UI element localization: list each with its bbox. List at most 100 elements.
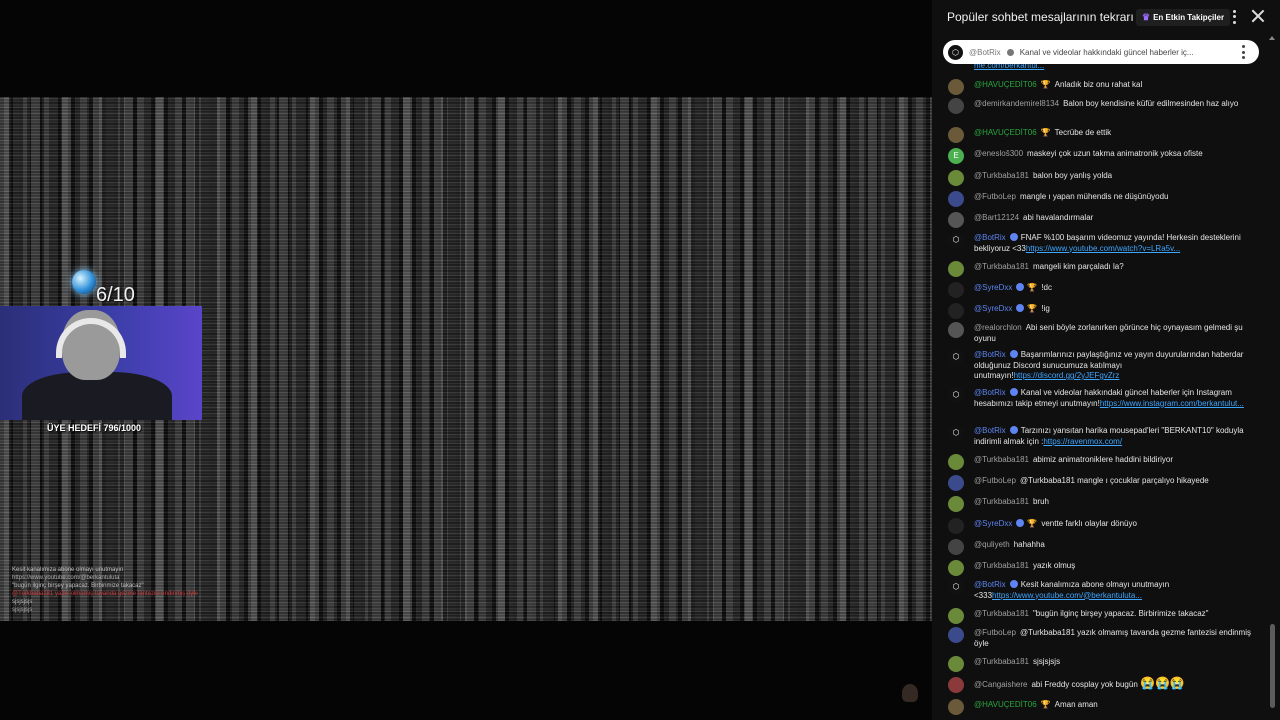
chat-message-content: @Turkbaba181 "bugün ilginç birşey yapacaz… xyxy=(974,609,1260,620)
chat-link[interactable]: https://ravenmox.com/ xyxy=(1043,437,1122,446)
chat-author[interactable]: @Turkbaba181 xyxy=(974,455,1029,464)
chat-message-content: @BotRix Tarzınızı yansıtan harika mousepa… xyxy=(974,426,1260,447)
chat-author[interactable]: @demirkandemirel8134 xyxy=(974,99,1059,108)
overlay-chat-line: sjsjsjsjs xyxy=(12,607,33,613)
more-vert-icon[interactable] xyxy=(1242,45,1246,59)
chat-author[interactable]: @Bart12124 xyxy=(974,213,1019,222)
trophy-icon: 🏆 xyxy=(1040,700,1051,709)
chat-message-content: @BotRix FNAF %100 başarım videomuz yayınd… xyxy=(974,233,1260,254)
video-player[interactable]: 6/10 ÜYE HEDEFİ 796/1000 Kesit kanalımız… xyxy=(0,0,932,720)
avatar[interactable] xyxy=(948,212,964,228)
chat-author[interactable]: @BotRix xyxy=(974,350,1006,359)
avatar[interactable] xyxy=(948,539,964,555)
avatar[interactable] xyxy=(948,322,964,338)
chat-author[interactable]: @FutboLep xyxy=(974,628,1016,637)
chat-author[interactable]: @BotRix xyxy=(974,233,1006,242)
avatar[interactable] xyxy=(948,518,964,534)
chat-author[interactable]: @Turkbaba181 xyxy=(974,262,1029,271)
chat-message-content: @SyreDxx 🏆 !dc xyxy=(974,283,1260,294)
chat-text: "bugün ilginç birşey yapacaz. Birbirimiz… xyxy=(1032,609,1209,618)
avatar[interactable] xyxy=(948,261,964,277)
avatar[interactable] xyxy=(948,656,964,672)
chat-message-content: @Turkbaba181 abimiz animatroniklere haddi… xyxy=(974,455,1260,466)
chat-author[interactable]: @FutboLep xyxy=(974,192,1016,201)
overlay-chat-line: @Turkbaba181 yazık olmamış tavanda gezme… xyxy=(12,591,198,597)
chat-message-list[interactable]: me.com/berkantul... @HAVUÇEDİT06 🏆 Anladık … xyxy=(932,0,1268,720)
goal-orb-icon xyxy=(72,270,96,294)
chat-link[interactable]: https://www.instagram.com/berkantulut... xyxy=(1100,399,1244,408)
avatar[interactable]: ⬡ xyxy=(948,387,964,403)
avatar[interactable] xyxy=(948,303,964,319)
top-members-label: En Etkin Takipçiler xyxy=(1153,13,1225,22)
chat-text: sjsjsjsjs xyxy=(1032,657,1061,666)
chat-author[interactable]: @Turkbaba181 xyxy=(974,171,1029,180)
chat-author[interactable]: @SyreDxx xyxy=(974,519,1012,528)
avatar[interactable] xyxy=(948,282,964,298)
chat-author[interactable]: @BotRix xyxy=(974,580,1006,589)
trophy-icon: 🏆 xyxy=(1027,519,1038,528)
chat-text: Balon boy kendisine küfür edilmesinden h… xyxy=(1063,99,1239,108)
chat-author[interactable]: @Turkbaba181 xyxy=(974,561,1029,570)
more-vert-icon[interactable] xyxy=(1228,9,1240,25)
avatar[interactable] xyxy=(948,127,964,143)
chat-author[interactable]: @Turkbaba181 xyxy=(974,497,1029,506)
chat-text: !dc xyxy=(1041,283,1052,292)
chat-author[interactable]: @Turkbaba181 xyxy=(974,609,1029,618)
chat-author[interactable]: @enesloš300 xyxy=(974,149,1023,158)
chat-author[interactable]: @realorchlon xyxy=(974,323,1022,332)
chat-author[interactable]: @HAVUÇEDİT06 xyxy=(974,80,1037,89)
chat-author[interactable]: @BotRix xyxy=(974,388,1006,397)
chat-text: hahahha xyxy=(1013,540,1045,549)
avatar[interactable] xyxy=(948,496,964,512)
avatar[interactable] xyxy=(948,79,964,95)
chat-author[interactable]: @FutboLep xyxy=(974,476,1016,485)
chat-message-content: @HAVUÇEDİT06 🏆 Anladık biz onu rahat kal xyxy=(974,80,1260,91)
chat-author[interactable]: @HAVUÇEDİT06 xyxy=(974,128,1037,137)
crown-icon: ♛ xyxy=(1142,12,1151,22)
chat-author[interactable]: @SyreDxx xyxy=(974,283,1012,292)
chat-author[interactable]: @quliyeth xyxy=(974,540,1010,549)
avatar[interactable] xyxy=(948,608,964,624)
avatar[interactable] xyxy=(948,191,964,207)
chat-text: mangeli kim parçaladı la? xyxy=(1032,262,1124,271)
avatar[interactable] xyxy=(948,560,964,576)
avatar[interactable] xyxy=(948,475,964,491)
verified-check-icon xyxy=(1009,388,1018,396)
chat-mode-dropdown[interactable]: Popüler sohbet mesajlarının tekrarı xyxy=(947,10,1151,24)
avatar[interactable]: E xyxy=(948,148,964,164)
chat-author[interactable]: @BotRix xyxy=(974,426,1006,435)
chat-author[interactable]: @HAVUÇEDİT06 xyxy=(974,700,1037,709)
scroll-up-arrow-icon[interactable] xyxy=(1269,36,1275,40)
close-icon[interactable] xyxy=(1250,8,1266,24)
chat-author[interactable]: @Cangaishere xyxy=(974,680,1027,689)
avatar[interactable] xyxy=(948,170,964,186)
chat-author[interactable]: @Turkbaba181 xyxy=(974,657,1029,666)
chat-mode-label: Popüler sohbet mesajlarının tekrarı xyxy=(947,10,1134,24)
avatar[interactable] xyxy=(948,98,964,114)
chat-scrollbar[interactable] xyxy=(1270,624,1275,708)
chat-text: Anladık biz onu rahat kal xyxy=(1054,80,1143,89)
avatar[interactable] xyxy=(948,699,964,715)
verified-check-icon xyxy=(1016,283,1025,291)
pinned-message-banner[interactable]: ⬡ @BotRix Kanal ve videolar hakkındaki g… xyxy=(943,40,1259,64)
avatar[interactable]: ⬡ xyxy=(948,579,964,595)
stream-chat-overlay: Kesit kanalımıza abone olmayı unutmayın … xyxy=(12,566,282,614)
top-members-button[interactable]: ♛ En Etkin Takipçiler xyxy=(1136,9,1231,26)
trophy-icon: 🏆 xyxy=(1027,283,1038,292)
chat-link[interactable]: https://www.youtube.com/@berkantuluta... xyxy=(992,591,1142,600)
chat-link[interactable]: https://www.youtube.com/watch?v=LRa5v... xyxy=(1026,244,1180,253)
avatar[interactable]: ⬡ xyxy=(948,425,964,441)
avatar[interactable]: ⬡ xyxy=(948,349,964,365)
chat-message-content: @BotRix Kesit kanalımıza abone olmayı unu… xyxy=(974,580,1260,601)
avatar[interactable] xyxy=(948,454,964,470)
avatar[interactable]: ⬡ xyxy=(948,232,964,248)
chat-link[interactable]: https://discord.gg/2yJEFgvZrz xyxy=(1014,371,1120,380)
chat-text: yazık olmuş xyxy=(1032,561,1076,570)
chat-text: bruh xyxy=(1032,497,1049,506)
chat-text: abi havalandırmalar xyxy=(1023,213,1094,222)
avatar[interactable] xyxy=(948,627,964,643)
avatar[interactable] xyxy=(948,677,964,693)
chat-author[interactable]: @SyreDxx xyxy=(974,304,1012,313)
pinned-text: Kanal ve videolar hakkındaki güncel habe… xyxy=(1019,47,1194,57)
verified-check-icon xyxy=(1006,48,1014,56)
